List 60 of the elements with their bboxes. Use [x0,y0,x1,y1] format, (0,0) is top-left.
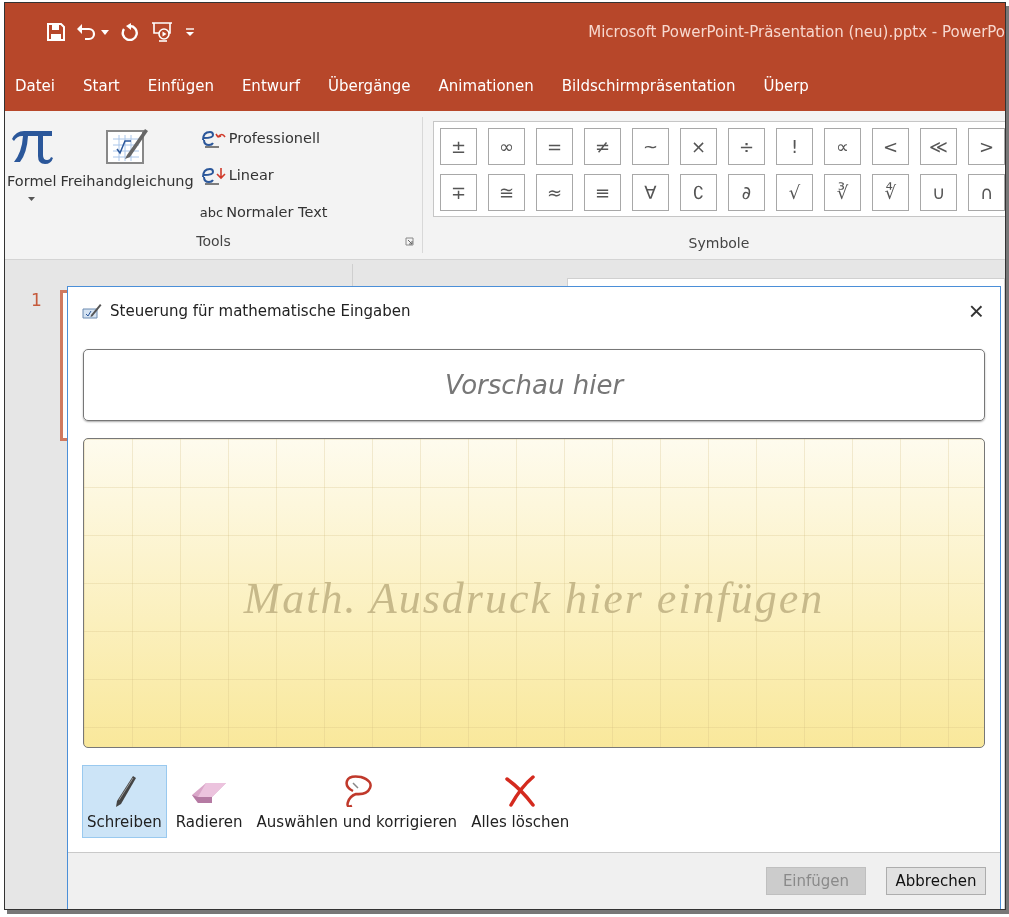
symbol-button[interactable]: ∜ [872,174,909,211]
save-icon[interactable] [47,23,65,41]
tool-button[interactable]: Alles löschen [466,765,575,838]
group-label: Tools [196,233,231,249]
symbol-button[interactable]: ∩ [968,174,1005,211]
ink-pad-icon [82,303,102,319]
ribbon-tab[interactable]: Entwurf [241,77,300,95]
ribbon-tab[interactable]: Überp [763,77,809,95]
tool-button[interactable]: Schreiben [82,765,167,838]
caret-icon[interactable] [101,29,109,35]
equation-format-option[interactable]: abc Normaler Text [199,195,328,229]
symbol-button[interactable]: ∀ [632,174,669,211]
undo-icon[interactable] [77,23,97,41]
symbol-button[interactable]: ± [440,128,477,165]
symbol-button[interactable]: ! [776,128,813,165]
ribbon-tab[interactable]: Bildschirmpräsentation [561,77,736,95]
symbol-button[interactable]: ÷ [728,128,765,165]
tool-button[interactable]: Auswählen und korrigieren [251,765,463,838]
ribbon-tab[interactable]: Animationen [438,77,534,95]
symbol-button[interactable]: √ [776,174,813,211]
symbol-button[interactable]: ∝ [824,128,861,165]
caret-icon [28,197,36,201]
symbol-button[interactable]: ≠ [584,128,621,165]
equation-format-option[interactable]: Linear [199,158,328,192]
ink-equation-button[interactable]: Freihandgleichung [58,121,196,229]
symbol-button[interactable]: ∪ [920,174,957,211]
symbol-button[interactable]: > [968,128,1005,165]
equation-format-option[interactable]: Professionell [199,121,328,155]
symbol-button[interactable]: ≅ [488,174,525,211]
ribbon-tab[interactable]: Start [83,77,120,95]
preview-field: Vorschau hier [83,349,985,421]
symbol-button[interactable]: ≡ [584,174,621,211]
symbol-button[interactable]: × [680,128,717,165]
symbol-button[interactable]: ∂ [728,174,765,211]
slide-number: 1 [31,290,42,310]
group-label: Symbole [688,235,750,251]
close-button[interactable]: × [964,298,988,324]
symbol-button[interactable]: ∛ [824,174,861,211]
symbol-button[interactable]: = [536,128,573,165]
ribbon-tab[interactable]: Datei [15,77,56,95]
symbol-button[interactable]: < [872,128,909,165]
redo-icon[interactable] [121,23,139,41]
symbol-button[interactable]: ∓ [440,174,477,211]
symbol-button[interactable]: ~ [632,128,669,165]
cross-icon [503,775,538,807]
canvas-placeholder: Math. Ausdruck hier einfügen [243,572,825,624]
ribbon-tab[interactable]: Einfügen [147,77,214,95]
symbol-button[interactable]: ∞ [488,128,525,165]
customize-icon[interactable] [185,27,195,37]
tool-button[interactable]: Radieren [170,765,248,838]
dialog-launcher-icon[interactable] [405,236,414,246]
window-title: Microsoft PowerPoint-Präsentation (neu).pptx - PowerPo [588,23,1005,41]
ribbon-tab[interactable]: Übergänge [328,77,411,95]
presentation-icon[interactable] [151,22,173,42]
dialog-title: Steuerung für mathematische Eingaben [110,302,411,320]
symbol-button[interactable]: ∁ [680,174,717,211]
dialog-button[interactable]: Abbrechen [886,867,986,895]
formula-button[interactable]: Formel [5,121,59,229]
symbol-button[interactable]: ≪ [920,128,957,165]
symbol-button[interactable]: ≈ [536,174,573,211]
